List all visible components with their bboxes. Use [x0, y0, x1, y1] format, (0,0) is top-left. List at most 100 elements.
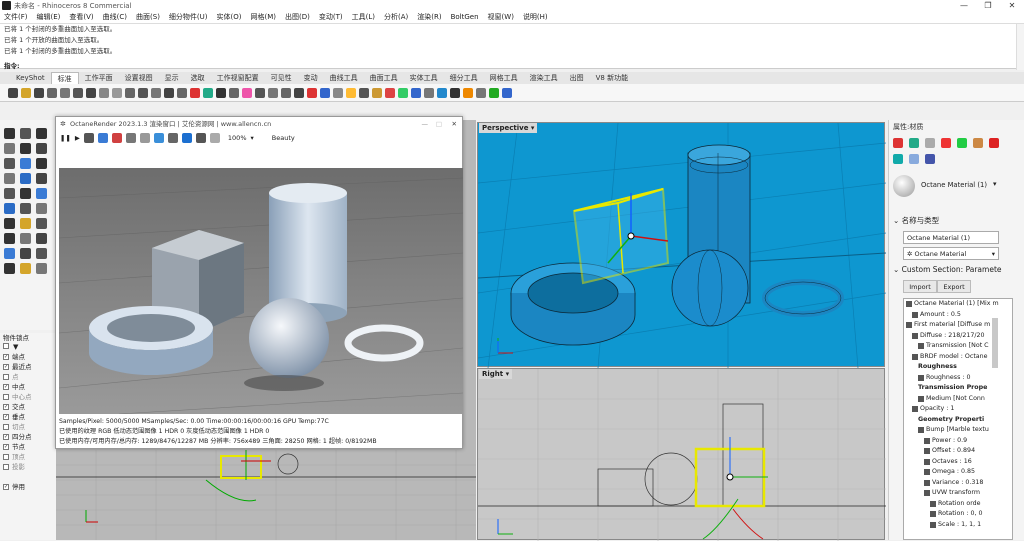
- tree-node[interactable]: Roughness : 0: [904, 373, 1012, 384]
- tool-icon[interactable]: [20, 233, 31, 244]
- toolbar-icon[interactable]: [203, 87, 213, 98]
- toolbar-icon[interactable]: [372, 87, 382, 98]
- layers-icon[interactable]: [209, 133, 220, 143]
- toolbar-icon[interactable]: [294, 87, 304, 98]
- menu-item[interactable]: 网格(M): [251, 12, 277, 23]
- menu-item[interactable]: 编辑(E): [37, 12, 61, 23]
- osnap-item[interactable]: 节点: [0, 442, 56, 452]
- toolbar-icon[interactable]: [138, 87, 148, 98]
- pause-icon[interactable]: ❚❚: [60, 134, 71, 142]
- tool-icon[interactable]: [4, 248, 15, 259]
- toolbar-icon[interactable]: [112, 87, 122, 98]
- perspective-viewport[interactable]: Perspective ▾: [477, 122, 886, 368]
- toolbar-icon[interactable]: [99, 87, 109, 98]
- tool-icon[interactable]: [36, 263, 47, 274]
- toolbar-tab[interactable]: 工作视窗配置: [211, 72, 265, 84]
- toolbar-icon[interactable]: [281, 87, 291, 98]
- picker-icon[interactable]: [195, 133, 206, 143]
- toolbar-icon[interactable]: [151, 87, 161, 98]
- osnap-item[interactable]: 顶点: [0, 452, 56, 462]
- tool-icon[interactable]: [4, 233, 15, 244]
- render-mode-select[interactable]: Beauty: [272, 134, 295, 142]
- osnap-checkbox[interactable]: [3, 384, 9, 390]
- menu-item[interactable]: 文件(F): [4, 12, 28, 23]
- toolbar-icon[interactable]: [489, 87, 499, 98]
- toolbar-icon[interactable]: [125, 87, 135, 98]
- perspective-viewport-label[interactable]: Perspective ▾: [479, 123, 538, 133]
- osnap-checkbox[interactable]: [3, 434, 9, 440]
- properties-tab-icon[interactable]: [957, 138, 967, 148]
- zoom-select[interactable]: 100%: [228, 134, 247, 142]
- properties-tab-icon[interactable]: [989, 138, 999, 148]
- toolbar-tab[interactable]: 标准: [50, 72, 79, 84]
- command-scrollbar[interactable]: [1016, 24, 1024, 70]
- material-dropdown-icon[interactable]: ▾: [993, 180, 997, 188]
- toolbar-tab[interactable]: 渲染工具: [524, 72, 564, 84]
- tool-icon[interactable]: [36, 233, 47, 244]
- tool-icon[interactable]: [36, 203, 47, 214]
- filter-icon[interactable]: ▼: [13, 343, 18, 352]
- tool-icon[interactable]: [20, 203, 31, 214]
- toolbar-tab[interactable]: 细分工具: [444, 72, 484, 84]
- tool-icon[interactable]: [36, 158, 47, 169]
- toolbar-icon[interactable]: [34, 87, 44, 98]
- osnap-checkbox[interactable]: [3, 394, 9, 400]
- toolbar-tab[interactable]: V8 新功能: [590, 72, 634, 84]
- menu-item[interactable]: 出图(D): [285, 12, 310, 23]
- osnap-item[interactable]: 中心点: [0, 392, 56, 402]
- tool-icon[interactable]: [4, 173, 15, 184]
- menu-item[interactable]: 曲面(S): [136, 12, 160, 23]
- toolbar-icon[interactable]: [268, 87, 278, 98]
- toolbar-icon[interactable]: [86, 87, 96, 98]
- tool-icon[interactable]: [20, 128, 31, 139]
- octane-render-window[interactable]: ✲ OctaneRender 2023.1.3 渲染窗口 | 艾伦资源网 | w…: [55, 116, 463, 449]
- toolbar-icon[interactable]: [177, 87, 187, 98]
- tree-node[interactable]: Transmission Prope: [904, 383, 1012, 394]
- toolbar-icon[interactable]: [333, 87, 343, 98]
- save-icon[interactable]: [153, 133, 164, 143]
- toolbar-tab[interactable]: 出图: [564, 72, 590, 84]
- menu-item[interactable]: BoltGen: [451, 12, 479, 23]
- tool-icon[interactable]: [4, 263, 15, 274]
- osnap-item[interactable]: 投影: [0, 462, 56, 472]
- toolbar-icon[interactable]: [73, 87, 83, 98]
- osnap-checkbox[interactable]: [3, 354, 9, 360]
- osnap-item[interactable]: 停用: [0, 482, 56, 492]
- tool-icon[interactable]: [36, 218, 47, 229]
- toolbar-icon[interactable]: [216, 87, 226, 98]
- restart-icon[interactable]: [97, 133, 108, 143]
- toolbar-tab[interactable]: 可见性: [265, 72, 298, 84]
- tool-icon[interactable]: [36, 188, 47, 199]
- right-viewport-label[interactable]: Right ▾: [479, 369, 513, 379]
- menu-item[interactable]: 查看(V): [69, 12, 93, 23]
- tool-icon[interactable]: [36, 248, 47, 259]
- osnap-item[interactable]: 中点: [0, 382, 56, 392]
- tree-node[interactable]: Geometry Properti: [904, 415, 1012, 426]
- tree-scrollbar[interactable]: [992, 318, 998, 368]
- stop-icon[interactable]: [83, 133, 94, 143]
- tree-node[interactable]: UVW transform: [904, 488, 1012, 499]
- toolbar-icon[interactable]: [359, 87, 369, 98]
- osnap-checkbox[interactable]: [3, 444, 9, 450]
- toolbar-icon[interactable]: [398, 87, 408, 98]
- properties-tab-icon[interactable]: [893, 154, 903, 164]
- tree-node[interactable]: Power : 0.9: [904, 436, 1012, 447]
- toolbar-icon[interactable]: [21, 87, 31, 98]
- toolbar-icon[interactable]: [411, 87, 421, 98]
- octane-close-button[interactable]: ✕: [452, 117, 457, 131]
- menu-item[interactable]: 视窗(W): [488, 12, 514, 23]
- camera-icon[interactable]: [167, 133, 178, 143]
- toolbar-icon[interactable]: [307, 87, 317, 98]
- play-icon[interactable]: ▶: [75, 134, 80, 142]
- properties-tab-icon[interactable]: [909, 138, 919, 148]
- osnap-item[interactable]: 交点: [0, 402, 56, 412]
- toolbar-tab[interactable]: 网格工具: [484, 72, 524, 84]
- tree-node[interactable]: Scale : 1, 1, 1: [904, 520, 1012, 531]
- tool-icon[interactable]: [36, 173, 47, 184]
- toolbar-icon[interactable]: [385, 87, 395, 98]
- toolbar-icon[interactable]: [450, 87, 460, 98]
- tree-node[interactable]: Octane Material (1) [Mix m: [904, 299, 1012, 310]
- menu-item[interactable]: 实体(O): [217, 12, 242, 23]
- osnap-checkbox[interactable]: [3, 404, 9, 410]
- tree-node[interactable]: Rotation : 0, 0: [904, 509, 1012, 520]
